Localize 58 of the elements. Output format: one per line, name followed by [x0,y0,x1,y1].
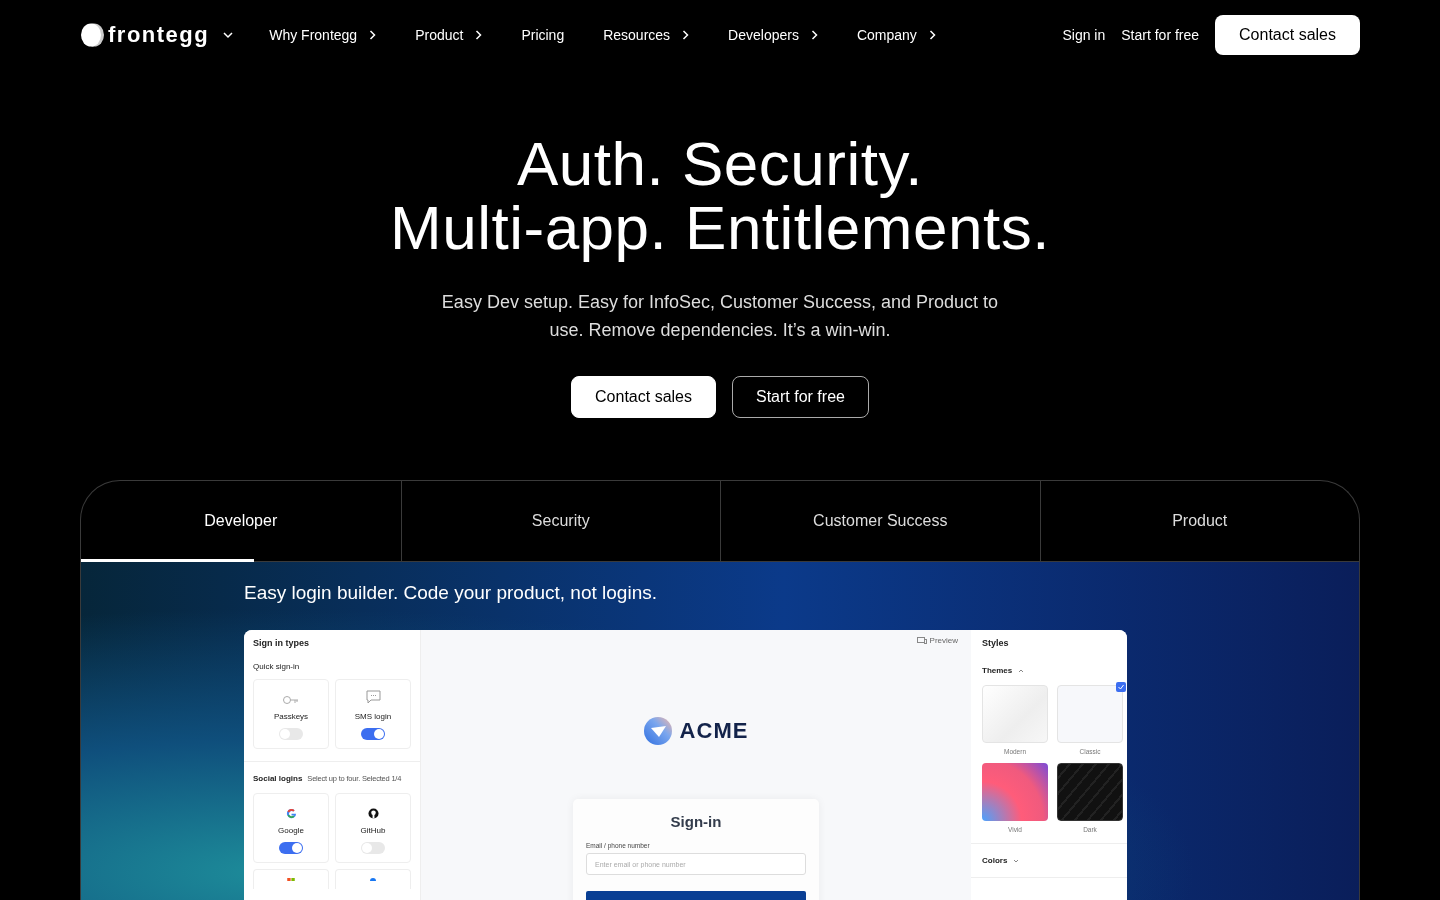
contact-sales-button[interactable]: Contact sales [1215,15,1360,55]
section-heading: Easy login builder. Code your product, not logins. [244,582,658,604]
option-label: Google [278,826,304,835]
submit-button[interactable] [586,891,806,900]
tab[interactable]: Product [1039,481,1359,561]
option-card[interactable] [253,869,329,889]
option-card[interactable]: SMS login [335,679,411,749]
brand-logo[interactable]: frontegg [108,22,210,48]
acme-logo-icon [643,717,672,745]
nav-link[interactable]: Why Frontegg [269,27,377,43]
toggle-switch[interactable] [361,728,385,740]
devices-icon [916,637,927,644]
option-label: Passkeys [273,712,309,721]
option-card[interactable] [335,869,411,889]
toggle-switch[interactable] [279,842,303,854]
chevron-right-icon [369,30,377,40]
theme-swatch[interactable] [1057,763,1123,821]
chevron-right-icon [810,30,818,40]
brand-name: ACME [679,718,749,744]
nav-link[interactable]: Resources [603,27,690,43]
panel-title: Styles [982,638,1010,648]
nav-link[interactable]: Pricing [521,27,565,43]
logo-icon [80,23,106,47]
nav-link[interactable]: Developers [728,27,818,43]
chevron-right-icon [475,30,483,40]
contact-sales-button[interactable]: Contact sales [571,376,716,418]
option-card[interactable]: GitHub [335,793,411,863]
github-icon [367,808,379,819]
tab[interactable]: Customer Success [720,481,1040,561]
card-title: Sign-in [669,813,723,830]
hero-title-line: Auth. Security. [515,132,925,196]
group-title: Quick sign-in [253,662,301,671]
nav-link[interactable]: Company [856,27,936,43]
group-title: Themes [982,666,1013,675]
chat-icon [365,690,381,705]
preview-button[interactable]: Preview [929,636,958,645]
option-card[interactable]: Google [253,793,329,863]
start-free-button[interactable]: Start for free [732,376,869,418]
tab[interactable]: Developer [81,481,401,561]
google-icon [285,808,297,819]
chevron-right-icon [682,30,690,40]
chevron-right-icon [928,30,936,40]
nav-link[interactable]: Product [415,27,483,43]
group-title: Colors [982,856,1008,865]
theme-swatch[interactable] [982,763,1048,821]
hero-subtitle: Easy Dev setup. Easy for InfoSec, Customer Success, and Product to use. Remove dependencies. It’s a win-win. [440,291,1000,342]
key-icon [283,695,299,705]
nav-link[interactable]: Start for free [1121,27,1200,43]
panel-title: Sign in types [253,638,310,648]
facebook-icon [368,878,378,881]
microsoft-icon [286,878,296,881]
option-label: SMS login [354,712,392,721]
option-label: GitHub [360,826,386,835]
chevron-up-icon[interactable] [1018,668,1025,673]
nav-link[interactable]: Sign in [1062,27,1106,43]
tab[interactable]: Security [400,481,720,561]
option-card[interactable]: Passkeys [253,679,329,749]
group-title: Social logins [253,774,303,783]
